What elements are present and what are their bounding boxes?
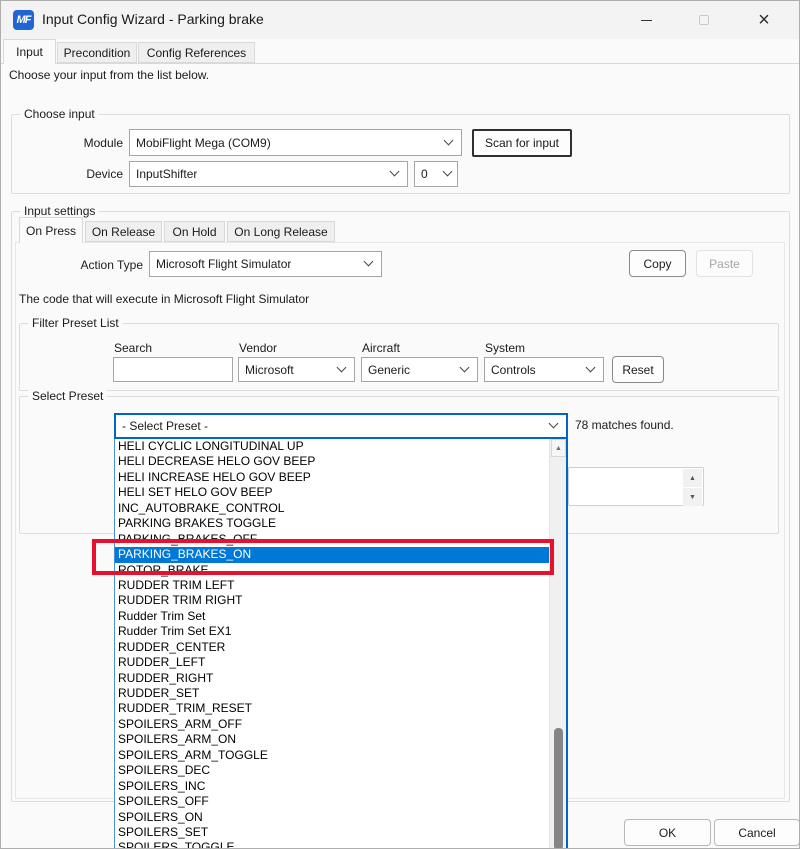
device-select[interactable]: InputShifter [129,161,408,187]
scroll-up-icon[interactable]: ▲ [551,439,566,457]
device-index-select[interactable]: 0 [414,161,458,187]
select-preset-legend: Select Preset [28,389,108,403]
intro-text: Choose your input from the list below. [9,68,210,82]
scrollbar-thumb[interactable] [554,728,563,848]
preset-list-item[interactable]: SPOILERS_ARM_OFF [115,717,549,732]
vendor-select[interactable]: Microsoft [238,357,355,382]
matches-found-text: 78 matches found. [575,418,674,432]
main-tabstrip: Input Precondition Config References [1,39,799,64]
spinner-down-icon[interactable]: ▼ [683,488,702,506]
minimize-button[interactable] [623,1,669,39]
preset-list-item[interactable]: HELI SET HELO GOV BEEP [115,485,549,500]
chevron-down-icon [459,362,470,372]
preset-list-item[interactable]: PARKING BRAKES TOGGLE [115,516,549,531]
action-description-text: The code that will execute in Microsoft … [19,292,310,306]
preset-list-item[interactable]: RUDDER TRIM LEFT [115,578,549,593]
tab-on-hold[interactable]: On Hold [164,221,225,242]
preset-list-item[interactable]: HELI DECREASE HELO GOV BEEP [115,454,549,469]
chevron-down-icon [443,135,454,145]
chevron-down-icon [442,166,453,177]
module-label: Module [83,136,123,150]
mobiflight-logo-icon: MF [13,10,34,30]
preset-list-item[interactable]: RUDDER_RIGHT [115,671,549,686]
window-title: Input Config Wizard - Parking brake [42,11,264,27]
system-label: System [485,341,526,355]
preset-list-item[interactable]: SPOILERS_ARM_TOGGLE [115,748,549,763]
annotation-rectangle [92,539,554,575]
module-select[interactable]: MobiFlight Mega (COM9) [129,129,462,156]
input-config-wizard-dialog: MF Input Config Wizard - Parking brake ×… [0,0,800,849]
tab-on-long-release[interactable]: On Long Release [227,221,335,242]
cancel-button[interactable]: Cancel [714,819,799,846]
tab-input[interactable]: Input [3,39,56,64]
preset-list-item[interactable]: SPOILERS_INC [115,779,549,794]
action-type-value: Microsoft Flight Simulator [156,257,292,271]
preset-dropdown-list[interactable]: HELI CYCLIC LONGITUDINAL UP HELI DECREASE… [114,439,568,848]
preset-list-item[interactable]: Rudder Trim Set [115,609,549,624]
copy-button[interactable]: Copy [629,250,686,277]
module-select-value: MobiFlight Mega (COM9) [136,135,271,150]
search-label: Search [114,341,153,355]
chevron-down-icon [548,418,559,429]
chevron-down-icon [336,362,347,372]
action-type-select[interactable]: Microsoft Flight Simulator [149,251,382,277]
vendor-value: Microsoft [245,362,294,377]
input-settings-legend: Input settings [20,204,100,218]
preset-list-item[interactable]: SPOILERS_SET [115,825,549,840]
close-button[interactable]: × [741,1,787,39]
list-scrollbar[interactable]: ▲ [549,439,566,848]
tab-precondition[interactable]: Precondition [57,42,137,63]
device-select-value: InputShifter [136,167,198,181]
preset-list-item[interactable]: RUDDER_SET [115,686,549,701]
reset-button[interactable]: Reset [612,356,664,383]
aircraft-label: Aircraft [362,341,401,355]
preset-value-spinner[interactable]: ▲ ▼ [568,467,704,506]
preset-list-item[interactable]: HELI CYCLIC LONGITUDINAL UP [115,439,549,454]
chevron-down-icon [585,362,596,372]
device-label: Device [86,167,123,181]
preset-list-rows: HELI CYCLIC LONGITUDINAL UP HELI DECREASE… [115,439,549,848]
preset-list-item[interactable]: RUDDER_TRIM_RESET [115,701,549,716]
maximize-icon [699,15,709,25]
preset-list-item[interactable]: SPOILERS_ARM_ON [115,732,549,747]
filter-preset-legend: Filter Preset List [28,316,123,330]
action-type-label: Action Type [80,258,143,272]
preset-list-item[interactable]: RUDDER_CENTER [115,640,549,655]
search-input[interactable] [113,357,233,382]
preset-list-item[interactable]: SPOILERS_ON [115,810,549,825]
preset-list-item[interactable]: HELI INCREASE HELO GOV BEEP [115,470,549,485]
aircraft-select[interactable]: Generic [361,357,478,382]
chevron-down-icon [389,166,400,177]
preset-select-value: - Select Preset - [122,419,209,433]
chevron-down-icon [363,256,374,267]
paste-button: Paste [696,250,753,277]
tab-on-press[interactable]: On Press [19,217,83,243]
tab-config-references[interactable]: Config References [138,42,255,63]
aircraft-value: Generic [368,362,411,377]
vendor-label: Vendor [239,341,278,355]
ok-button[interactable]: OK [624,819,711,846]
spinner-up-icon[interactable]: ▲ [683,469,702,487]
preset-select[interactable]: - Select Preset - [114,413,568,439]
preset-list-item[interactable]: SPOILERS_TOGGLE [115,840,549,848]
scan-for-input-button[interactable]: Scan for input [472,129,572,157]
title-bar: MF Input Config Wizard - Parking brake × [1,1,799,39]
preset-list-item[interactable]: RUDDER TRIM RIGHT [115,593,549,608]
device-index-value: 0 [421,167,428,181]
tab-on-release[interactable]: On Release [85,221,162,242]
preset-list-item[interactable]: SPOILERS_DEC [115,763,549,778]
preset-list-item[interactable]: SPOILERS_OFF [115,794,549,809]
close-icon: × [758,9,770,31]
preset-list-item[interactable]: RUDDER_LEFT [115,655,549,670]
maximize-button [681,1,727,39]
system-select[interactable]: Controls [484,357,604,382]
choose-input-legend: Choose input [20,107,99,121]
preset-list-item[interactable]: INC_AUTOBRAKE_CONTROL [115,501,549,516]
preset-list-item[interactable]: Rudder Trim Set EX1 [115,624,549,639]
system-value: Controls [491,362,536,377]
minimize-icon [640,19,652,21]
